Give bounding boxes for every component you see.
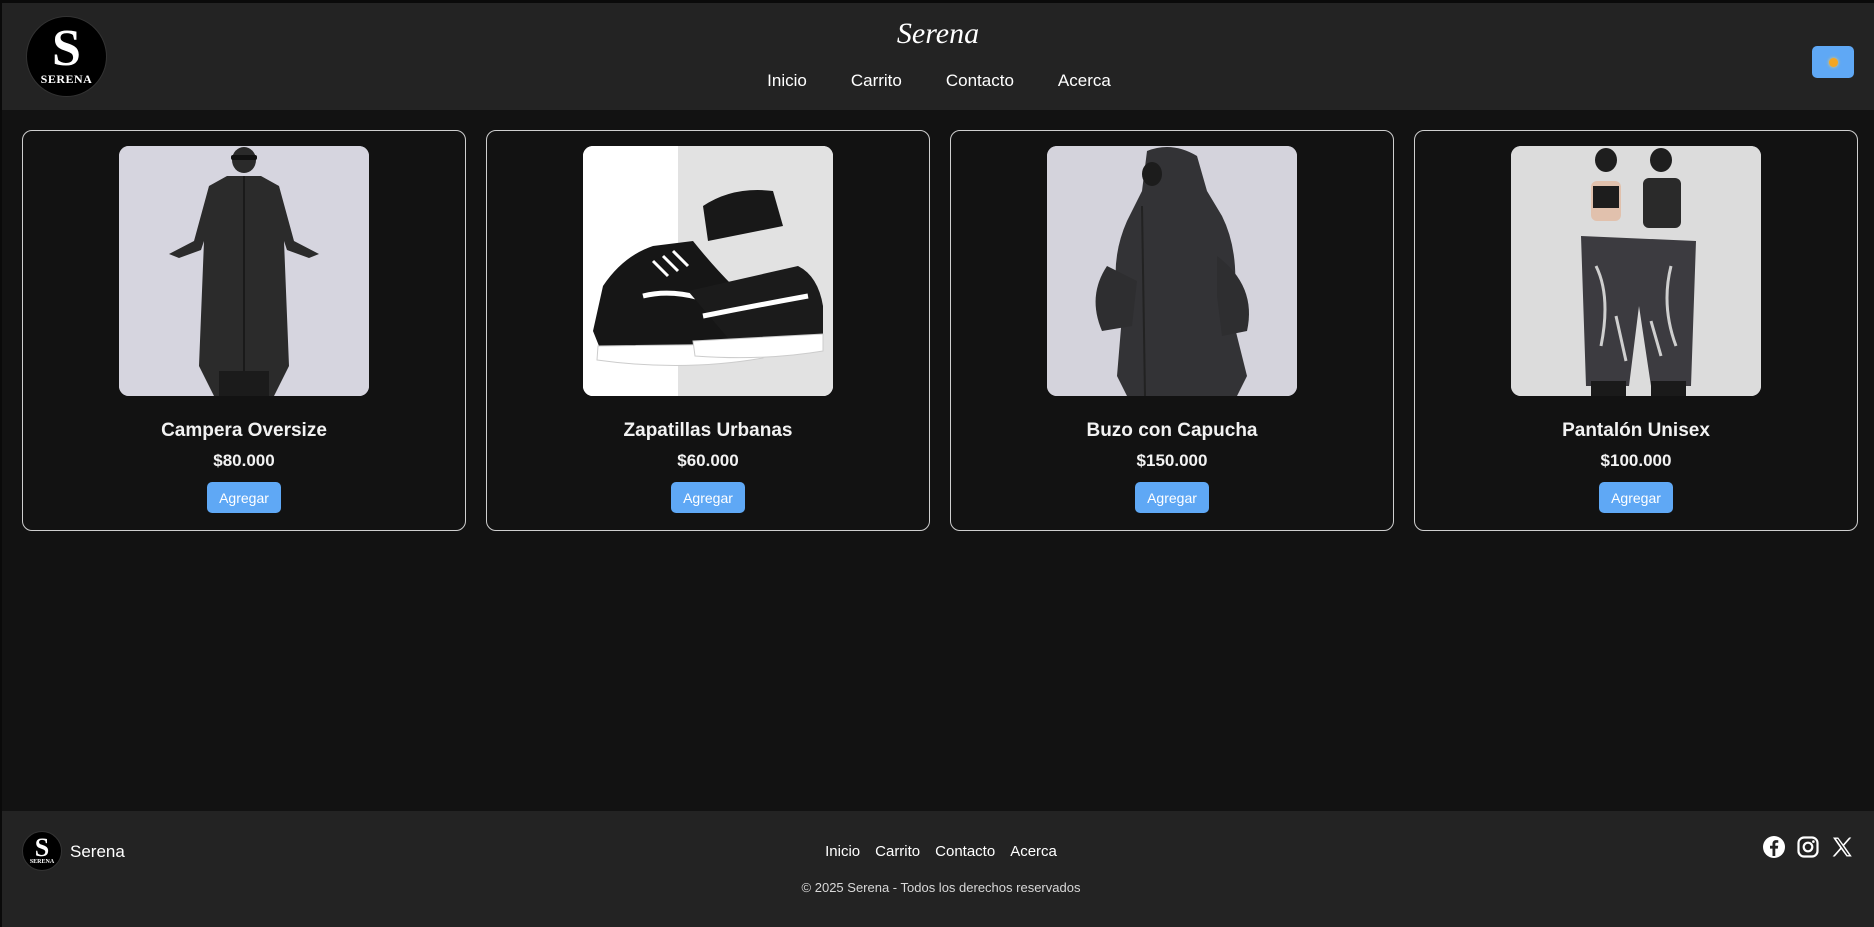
footer-nav: Inicio Carrito Contacto Acerca [2,843,1874,860]
footer-link-contacto[interactable]: Contacto [935,843,995,860]
nav-link-acerca[interactable]: Acerca [1058,71,1111,91]
add-to-cart-button[interactable]: Agregar [671,482,745,513]
product-card: Zapatillas Urbanas $60.000 Agregar [486,130,930,531]
product-image[interactable] [583,146,833,396]
product-price: $80.000 [213,451,275,470]
brand-title: Serena [896,17,980,50]
x-icon[interactable] [1830,835,1854,859]
product-price: $60.000 [677,451,739,470]
add-to-cart-button[interactable]: Agregar [1599,482,1673,513]
footer-link-carrito[interactable]: Carrito [875,843,920,860]
product-name: Buzo con Capucha [1086,420,1258,441]
main-nav: Inicio Carrito Contacto Acerca [2,71,1874,91]
product-name: Campera Oversize [161,420,327,441]
footer-link-acerca[interactable]: Acerca [1010,843,1057,860]
nav-link-inicio[interactable]: Inicio [767,71,807,91]
product-card: Buzo con Capucha $150.000 Agregar [950,130,1394,531]
site-header: S SERENA Serena Inicio Carrito Contacto … [2,3,1874,110]
product-price: $100.000 [1600,451,1672,470]
product-image[interactable] [1047,146,1297,396]
product-card: Pantalón Unisex $100.000 Agregar [1414,130,1858,531]
social-links [1762,835,1854,859]
add-to-cart-button[interactable]: Agregar [207,482,281,513]
product-image[interactable] [119,146,369,396]
instagram-icon[interactable] [1796,835,1820,859]
sun-icon [1828,57,1838,67]
footer-link-inicio[interactable]: Inicio [825,843,860,860]
copyright: © 2025 Serena - Todos los derechos reser… [801,880,1081,895]
product-name: Pantalón Unisex [1562,420,1710,441]
coat-illustration [119,146,369,396]
hoodie-illustration [1047,146,1297,396]
product-image[interactable] [1511,146,1761,396]
theme-toggle-button[interactable] [1812,46,1854,78]
facebook-icon[interactable] [1762,835,1786,859]
product-price: $150.000 [1136,451,1208,470]
add-to-cart-button[interactable]: Agregar [1135,482,1209,513]
product-grid: Campera Oversize $80.000 Agregar Zapatil… [22,130,1858,531]
product-name: Zapatillas Urbanas [623,420,793,441]
pants-illustration [1511,146,1761,396]
product-card: Campera Oversize $80.000 Agregar [22,130,466,531]
nav-link-carrito[interactable]: Carrito [851,71,902,91]
sneakers-illustration [583,146,833,396]
site-footer: S SERENA Serena Inicio Carrito Contacto … [2,811,1874,927]
nav-link-contacto[interactable]: Contacto [946,71,1014,91]
